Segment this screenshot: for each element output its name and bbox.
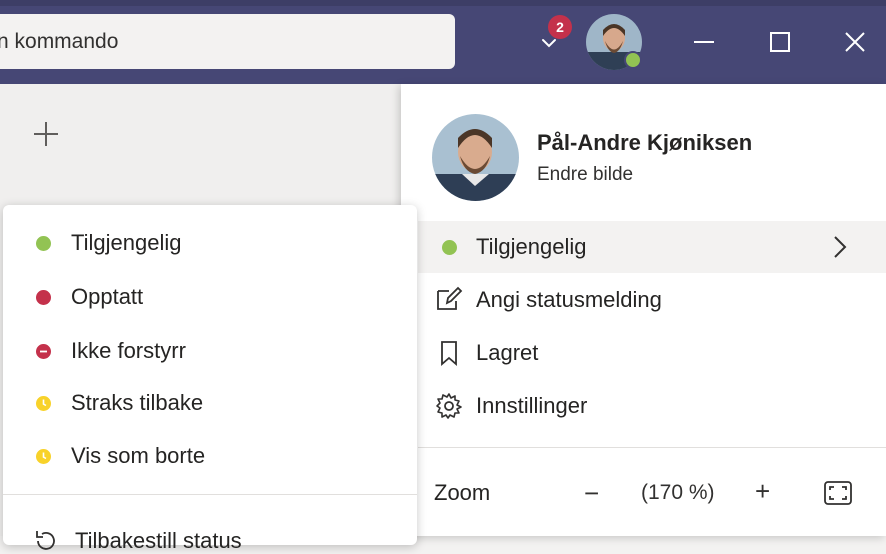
status-option-appear-away[interactable]: Vis som borte (36, 443, 205, 469)
zoom-label: Zoom (434, 480, 491, 505)
gear-icon (436, 393, 462, 419)
reset-status-label: Tilbakestill status (75, 528, 242, 553)
presence-available-icon (434, 232, 464, 262)
bookmark-icon (441, 341, 457, 366)
status-option-busy[interactable]: Opptatt (36, 284, 143, 310)
close-icon[interactable] (837, 24, 873, 60)
search-text: n kommando (0, 29, 119, 53)
presence-busy-icon (36, 289, 51, 305)
status-label: Tilgjengelig (476, 234, 587, 259)
maximize-icon[interactable] (762, 24, 798, 60)
status-option-label: Tilgjengelig (71, 230, 182, 255)
settings-item[interactable]: Innstillinger (418, 380, 886, 432)
reset-status-item[interactable]: Tilbakestill status (33, 528, 242, 554)
presence-available-icon (624, 51, 642, 69)
status-option-label: Ikke forstyrr (71, 338, 186, 363)
presence-away-icon (36, 395, 51, 411)
status-option-be-right-back[interactable]: Straks tilbake (36, 390, 203, 416)
status-menu-item[interactable]: Tilgjengelig (418, 221, 886, 273)
status-menu-divider (3, 494, 417, 495)
reset-icon (36, 531, 55, 550)
settings-label: Innstillinger (476, 393, 588, 418)
plus-icon[interactable] (32, 120, 60, 148)
presence-away-icon (36, 448, 51, 464)
minimize-icon[interactable] (686, 24, 722, 60)
notification-badge: 2 (548, 15, 572, 39)
title-strip (0, 0, 886, 6)
set-status-message-label: Angi statusmelding (476, 287, 662, 312)
search-command-box[interactable]: n kommando (0, 14, 455, 69)
presence-available-icon (36, 235, 51, 251)
status-option-label: Straks tilbake (71, 390, 204, 415)
chevron-right-icon (834, 236, 847, 258)
status-option-label: Opptatt (71, 284, 144, 309)
status-option-label: Vis som borte (71, 443, 206, 468)
zoom-value: (170 %) (641, 481, 715, 504)
menu-divider (418, 447, 886, 448)
status-option-available[interactable]: Tilgjengelig (36, 230, 181, 256)
profile-picture[interactable] (432, 114, 519, 201)
saved-label: Lagret (476, 340, 539, 365)
change-picture-link[interactable]: Endre bilde (537, 164, 633, 186)
presence-dnd-icon (36, 343, 51, 359)
edit-message-icon (437, 286, 463, 310)
profile-name: Pål-Andre Kjøniksen (537, 130, 753, 155)
fullscreen-icon[interactable] (823, 480, 853, 506)
set-status-message-item[interactable]: Angi statusmelding (418, 274, 886, 326)
status-option-do-not-disturb[interactable]: Ikke forstyrr (36, 338, 186, 364)
zoom-in-button[interactable]: + (755, 476, 770, 507)
saved-item[interactable]: Lagret (418, 327, 886, 379)
zoom-out-button[interactable]: − (584, 478, 599, 509)
